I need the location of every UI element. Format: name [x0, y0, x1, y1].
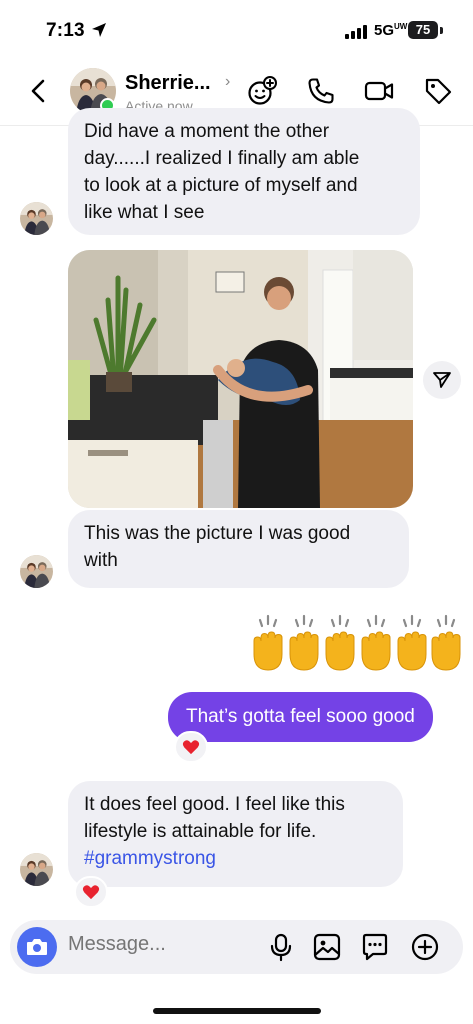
network-label: 5GUW: [374, 22, 408, 39]
message-line: day......I realized I finally am able: [84, 148, 360, 169]
message-text: That’s gotta feel sooo good: [186, 706, 415, 727]
back-arrow-icon[interactable]: [24, 76, 54, 106]
battery-tip: [440, 27, 443, 34]
message-line: like what I see: [84, 202, 205, 223]
plus-icon[interactable]: [410, 932, 440, 962]
sticker-icon[interactable]: [360, 932, 390, 962]
contact-name[interactable]: Sherrie...: [125, 72, 211, 95]
phone-icon[interactable]: [306, 76, 336, 106]
send-icon: [433, 372, 451, 388]
incoming-message[interactable]: This was the picture I was good with: [68, 510, 409, 588]
message-line: with: [84, 550, 118, 571]
sender-avatar[interactable]: [20, 853, 53, 886]
battery-icon: 75: [408, 21, 438, 39]
heart-icon: [82, 884, 100, 900]
sender-avatar[interactable]: [20, 555, 53, 588]
message-line: to look at a picture of myself and: [84, 175, 358, 196]
chevron-right-icon[interactable]: ›: [225, 73, 230, 91]
status-time: 7:13: [46, 20, 85, 41]
signal-bars-icon: [345, 25, 367, 39]
camera-button[interactable]: [17, 927, 57, 967]
gallery-icon[interactable]: [312, 932, 342, 962]
incoming-message[interactable]: Did have a moment the other day......I r…: [68, 108, 420, 235]
message-line: Did have a moment the other: [84, 121, 330, 142]
share-button[interactable]: [423, 361, 461, 399]
clapping-hands-icon: [252, 614, 462, 672]
heart-reaction[interactable]: [174, 731, 208, 763]
sender-avatar[interactable]: [20, 202, 53, 235]
video-call-icon[interactable]: [364, 76, 394, 106]
message-line: It does feel good. I feel like this: [84, 794, 345, 815]
outgoing-emoji-message[interactable]: [250, 610, 464, 680]
heart-icon: [182, 739, 200, 755]
photo-message[interactable]: [68, 250, 413, 508]
tag-icon[interactable]: [423, 76, 453, 106]
message-composer: [10, 920, 463, 974]
message-line: lifestyle is attainable for life.: [84, 821, 317, 842]
message-line: This was the picture I was good: [84, 523, 351, 544]
location-arrow-icon: [92, 23, 106, 37]
heart-reaction[interactable]: [74, 876, 108, 908]
home-indicator[interactable]: [153, 1008, 321, 1014]
incoming-message[interactable]: It does feel good. I feel like this life…: [68, 781, 403, 887]
add-emoji-icon[interactable]: [247, 76, 277, 106]
microphone-icon[interactable]: [266, 932, 296, 962]
battery-level: 75: [415, 22, 431, 37]
message-input[interactable]: [68, 933, 258, 956]
camera-icon: [27, 939, 47, 955]
status-bar: 7:13 5GUW 75: [0, 0, 473, 56]
hashtag-link[interactable]: #grammystrong: [84, 845, 387, 872]
outgoing-message[interactable]: That’s gotta feel sooo good: [168, 692, 433, 742]
